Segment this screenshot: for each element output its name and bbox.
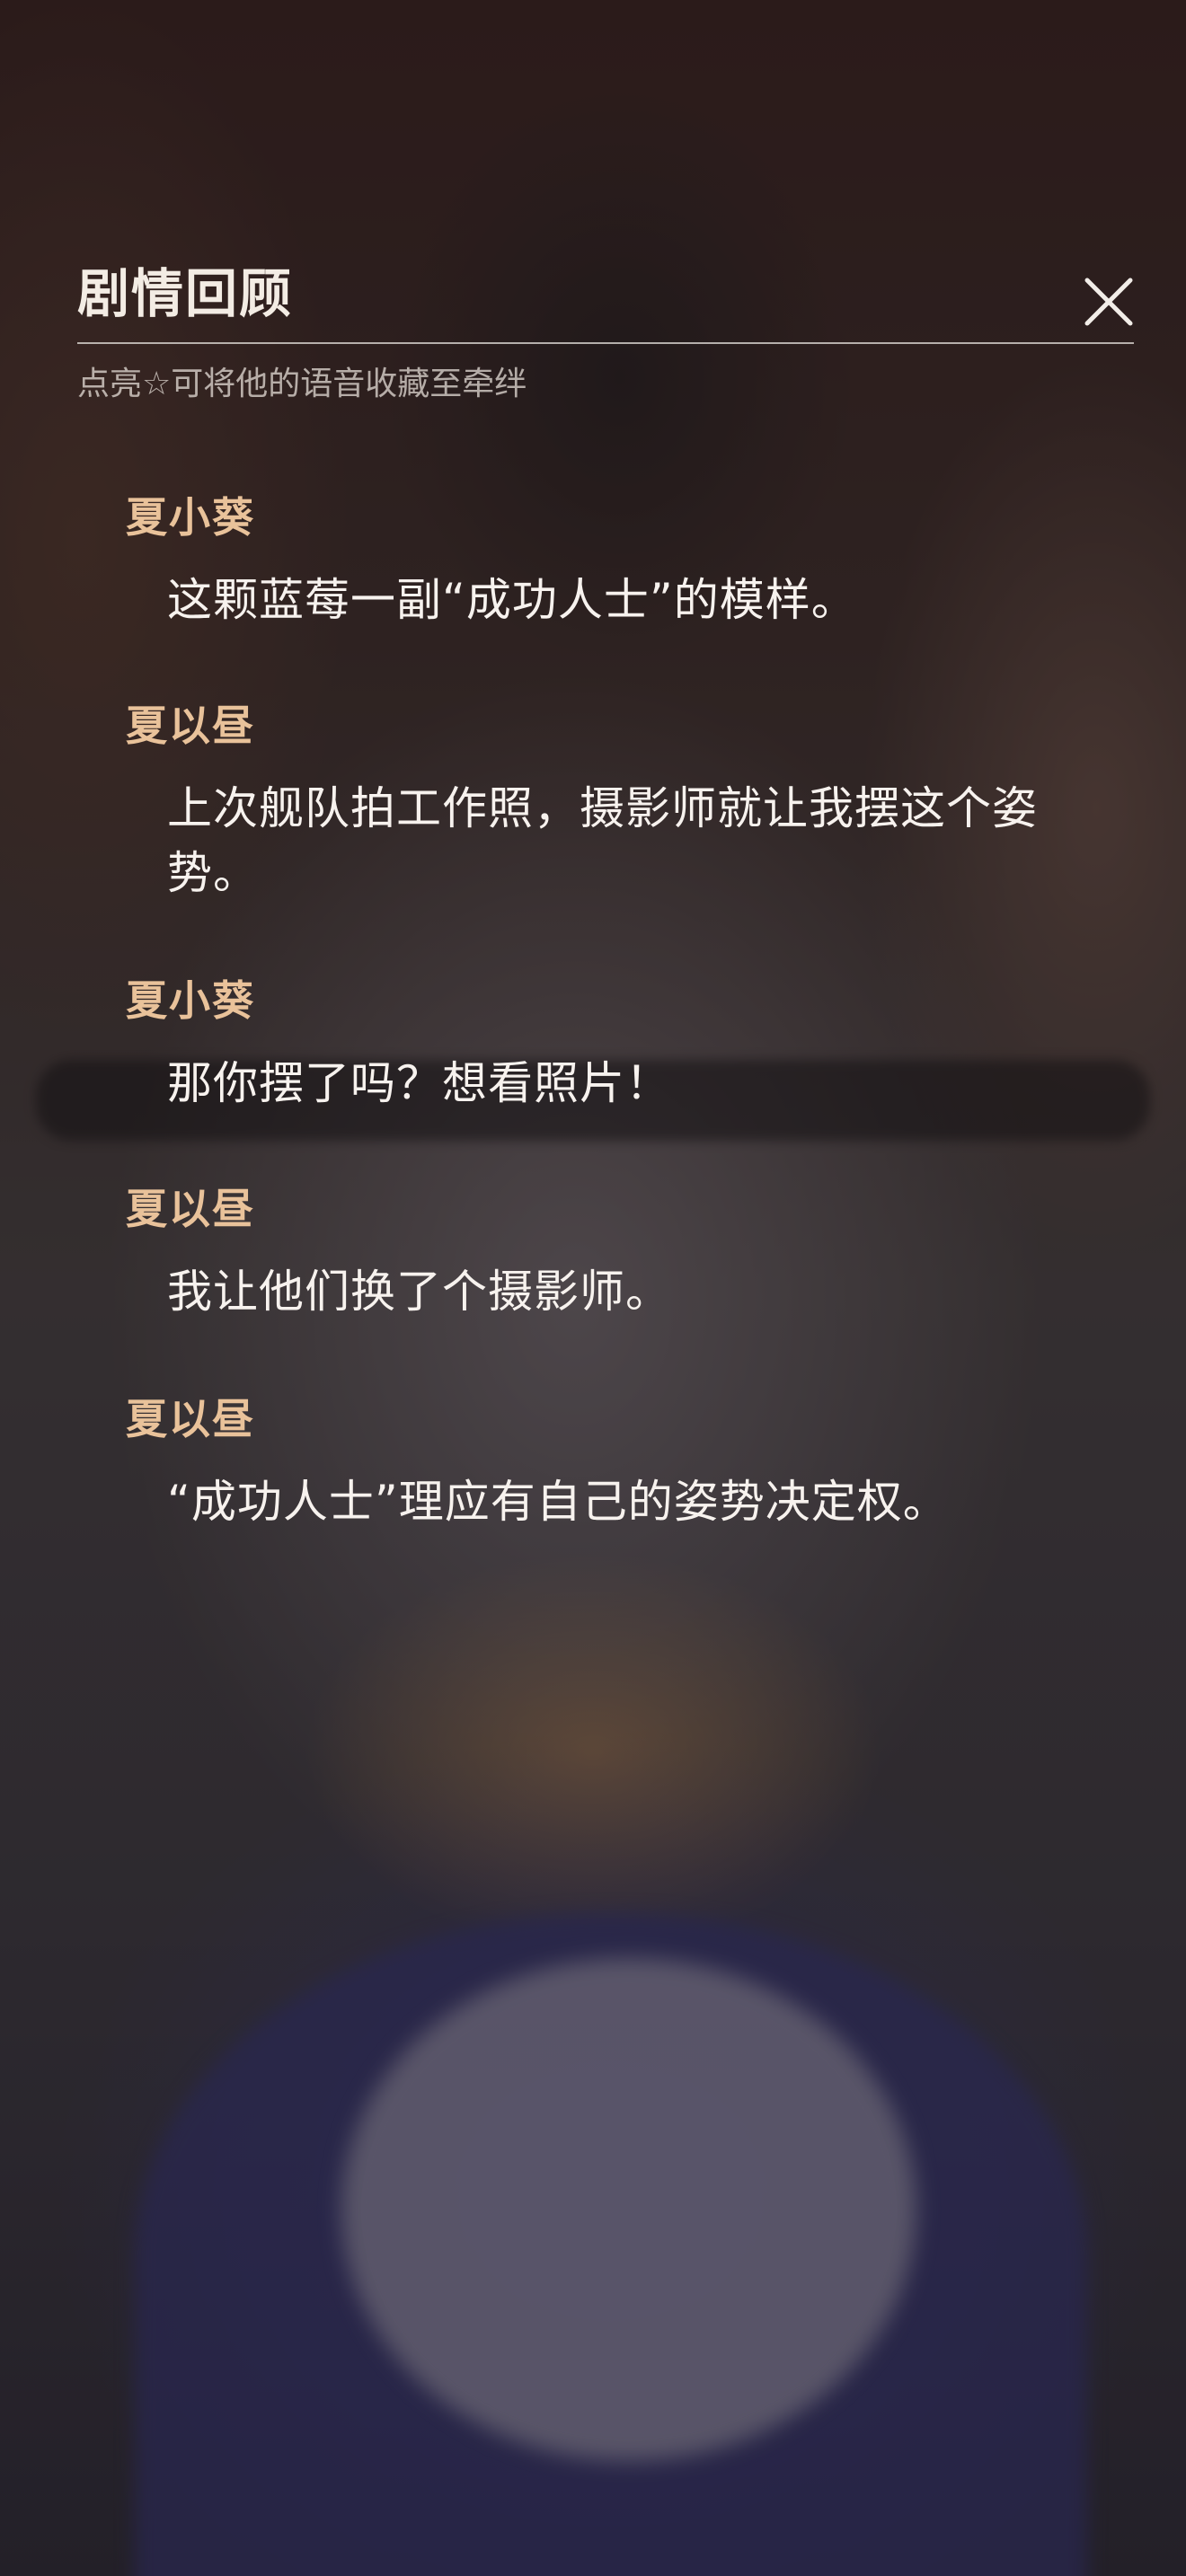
- dialogue-line: 这颗蓝莓一副“成功人士”的模样。: [167, 574, 857, 626]
- dialogue-line: “成功人士”理应有自己的姿势决定权。: [167, 1476, 949, 1528]
- collect-hint: 点亮☆可将他的语音收藏至牵绊: [77, 366, 527, 402]
- header-divider: [77, 342, 1134, 344]
- dialogue-line: 我让他们换了个摄影师。: [167, 1266, 671, 1318]
- dialogue-line: 那你摆了吗？想看照片！: [167, 1057, 671, 1109]
- speaker-name: 夏小葵: [126, 493, 255, 542]
- speaker-name: 夏小葵: [126, 976, 255, 1025]
- close-icon: [1084, 278, 1133, 326]
- page-title: 剧情回顾: [77, 263, 294, 324]
- speaker-name: 夏以昼: [126, 701, 255, 750]
- close-button[interactable]: [1075, 268, 1143, 336]
- speaker-name: 夏以昼: [126, 1185, 255, 1233]
- story-review-panel: 剧情回顾 点亮☆可将他的语音收藏至牵绊 夏小葵 这颗蓝莓一副“成功人士”的模样。…: [0, 0, 1186, 2576]
- dialogue-line: 上次舰队拍工作照，摄影师就让我摆这个姿势。: [167, 782, 1038, 899]
- speaker-name: 夏以昼: [126, 1395, 255, 1443]
